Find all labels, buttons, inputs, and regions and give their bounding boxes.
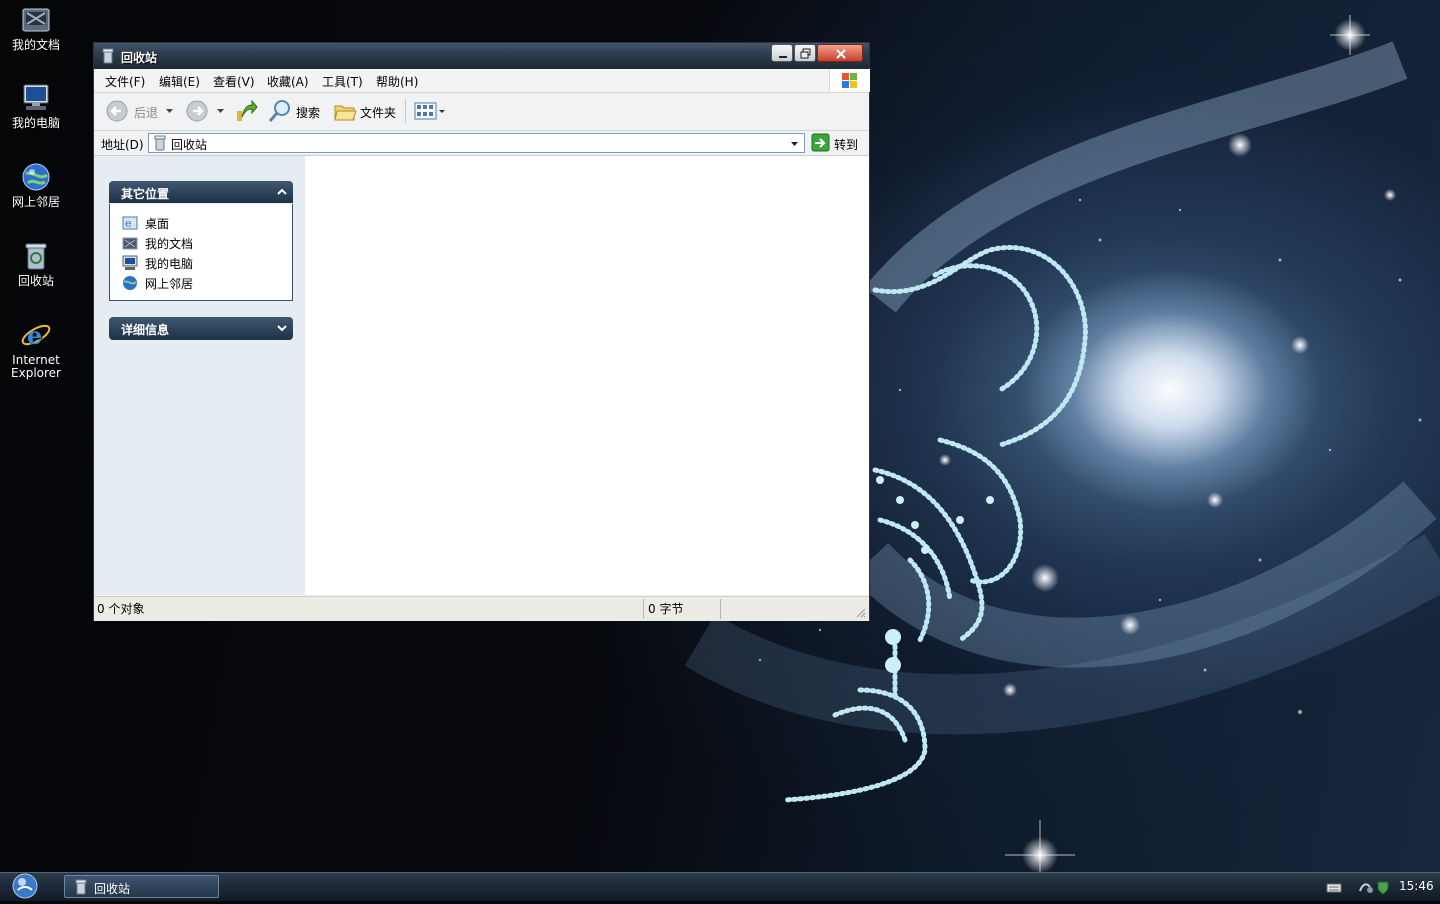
back-dropdown-icon bbox=[166, 109, 173, 113]
address-value: 回收站 bbox=[171, 138, 208, 152]
desktop-icon-label: 回收站 bbox=[17, 274, 54, 288]
status-object-count: 0 个对象 bbox=[97, 602, 145, 616]
address-input[interactable]: 回收站 bbox=[148, 133, 805, 153]
folders-button[interactable]: 文件夹 bbox=[333, 99, 399, 124]
start-orb-icon bbox=[12, 873, 38, 899]
status-bar: 0 个对象 0 字节 bbox=[94, 596, 869, 621]
address-dropdown-icon[interactable] bbox=[786, 134, 804, 152]
windows-flag-icon bbox=[842, 73, 857, 88]
my-documents-icon bbox=[122, 237, 138, 250]
menu-file[interactable]: 文件(F) bbox=[105, 73, 145, 90]
svg-text:e: e bbox=[27, 321, 42, 350]
restore-icon bbox=[800, 48, 811, 59]
back-label: 后退 bbox=[134, 106, 159, 120]
back-button[interactable]: 后退 bbox=[106, 99, 176, 124]
keyboard-icon[interactable] bbox=[1326, 880, 1342, 896]
forward-button[interactable] bbox=[186, 99, 226, 124]
title-bar[interactable]: 回收站 bbox=[94, 43, 869, 69]
recycle-bin-icon bbox=[75, 879, 87, 895]
recycle-bin-icon bbox=[25, 243, 47, 270]
desktop-icon-my-documents[interactable]: 我的文档 bbox=[0, 4, 72, 52]
menu-favorites[interactable]: 收藏(A) bbox=[267, 73, 309, 90]
place-label: 我的文档 bbox=[145, 237, 194, 251]
address-label: 地址(D) bbox=[101, 138, 144, 152]
close-button[interactable] bbox=[817, 44, 863, 62]
internet-explorer-icon: e bbox=[21, 321, 51, 350]
folder-icon bbox=[334, 105, 357, 121]
search-icon bbox=[268, 100, 290, 122]
desktop-icon-label: 网上邻居 bbox=[11, 195, 60, 209]
status-divider bbox=[643, 599, 644, 619]
network-places-icon bbox=[22, 163, 50, 191]
views-icon bbox=[414, 102, 445, 120]
task-pane: 其它位置 e 桌面 我的文档 我的电脑 网上邻居 详细信息 bbox=[94, 156, 305, 595]
other-places-title: 其它位置 bbox=[121, 187, 170, 201]
minimize-button[interactable] bbox=[771, 44, 793, 62]
close-icon bbox=[836, 49, 846, 59]
up-folder-button[interactable] bbox=[234, 99, 258, 124]
desktop-icon-internet-explorer[interactable]: e Internet Explorer bbox=[0, 319, 72, 380]
forward-dropdown-icon bbox=[217, 109, 224, 113]
go-label: 转到 bbox=[834, 138, 859, 152]
content-area: 其它位置 e 桌面 我的文档 我的电脑 网上邻居 详细信息 bbox=[94, 156, 869, 595]
my-documents-icon bbox=[22, 8, 50, 32]
menu-help[interactable]: 帮助(H) bbox=[376, 73, 418, 90]
taskbar: 回收站 15:46 bbox=[0, 872, 1440, 901]
my-computer-icon bbox=[23, 84, 49, 110]
forward-arrow-icon bbox=[186, 100, 208, 122]
svg-text:e: e bbox=[125, 217, 132, 230]
expand-chevron-icon bbox=[277, 325, 287, 332]
network-places-icon bbox=[123, 276, 137, 290]
window-title: 回收站 bbox=[121, 51, 158, 65]
place-label: 网上邻居 bbox=[145, 277, 194, 291]
menu-bar: 文件(F) 编辑(E) 查看(V) 收藏(A) 工具(T) 帮助(H) bbox=[94, 69, 870, 93]
place-label: 桌面 bbox=[145, 217, 170, 231]
desktop-icon-network-places[interactable]: 网上邻居 bbox=[0, 161, 72, 209]
menu-edit[interactable]: 编辑(E) bbox=[159, 73, 200, 90]
taskbar-item-recycle-bin[interactable]: 回收站 bbox=[64, 875, 219, 898]
desktop-icon-label: 我的电脑 bbox=[11, 116, 60, 130]
details-header[interactable]: 详细信息 bbox=[109, 317, 293, 340]
search-label: 搜索 bbox=[296, 106, 321, 120]
recycle-bin-icon bbox=[102, 48, 114, 64]
security-shield-icon[interactable] bbox=[1375, 879, 1391, 895]
start-button[interactable] bbox=[8, 873, 42, 901]
toolbar-separator bbox=[405, 99, 406, 123]
toolbar: 后退 搜索 文件夹 bbox=[94, 93, 869, 131]
place-label: 我的电脑 bbox=[145, 257, 194, 271]
desktop-icon-recycle-bin[interactable]: 回收站 bbox=[0, 240, 72, 288]
details-title: 详细信息 bbox=[121, 323, 170, 337]
desktop-icon-label: 我的文档 bbox=[11, 38, 60, 52]
collapse-chevron-icon bbox=[277, 188, 287, 195]
my-computer-icon bbox=[122, 255, 138, 270]
menu-tools[interactable]: 工具(T) bbox=[322, 73, 363, 90]
desktop-icon: e bbox=[122, 216, 138, 230]
network-status-icon[interactable] bbox=[1358, 879, 1374, 895]
resize-grip-icon[interactable] bbox=[854, 606, 866, 618]
go-button[interactable]: 转到 bbox=[811, 133, 863, 153]
minimize-icon bbox=[779, 56, 787, 58]
back-arrow-icon bbox=[106, 100, 128, 122]
views-button[interactable] bbox=[413, 99, 449, 124]
address-bar: 地址(D) 回收站 转到 bbox=[94, 131, 869, 156]
file-list-area[interactable] bbox=[305, 156, 869, 595]
other-places-panel: e 桌面 我的文档 我的电脑 网上邻居 bbox=[109, 204, 293, 301]
search-button[interactable]: 搜索 bbox=[268, 99, 324, 124]
recycle-bin-window: 回收站 文件(F) 编辑(E) 查看(V) 收藏(A) 工具(T) 帮助(H) bbox=[93, 42, 870, 621]
menu-view[interactable]: 查看(V) bbox=[213, 73, 255, 90]
restore-button[interactable] bbox=[794, 44, 816, 62]
system-tray: 15:46 bbox=[1318, 873, 1440, 901]
status-size: 0 字节 bbox=[648, 602, 684, 616]
desktop-icon-label-line2: Explorer bbox=[11, 366, 61, 380]
up-folder-icon bbox=[237, 99, 258, 121]
status-divider bbox=[720, 599, 721, 619]
other-places-header[interactable]: 其它位置 bbox=[109, 181, 293, 203]
recycle-bin-icon bbox=[154, 135, 166, 151]
desktop-icon-my-computer[interactable]: 我的电脑 bbox=[0, 82, 72, 130]
go-arrow-icon bbox=[811, 133, 830, 152]
windows-logo bbox=[829, 69, 870, 92]
taskbar-item-label: 回收站 bbox=[94, 882, 131, 896]
clock[interactable]: 15:46 bbox=[1399, 879, 1434, 893]
folders-label: 文件夹 bbox=[360, 106, 397, 120]
